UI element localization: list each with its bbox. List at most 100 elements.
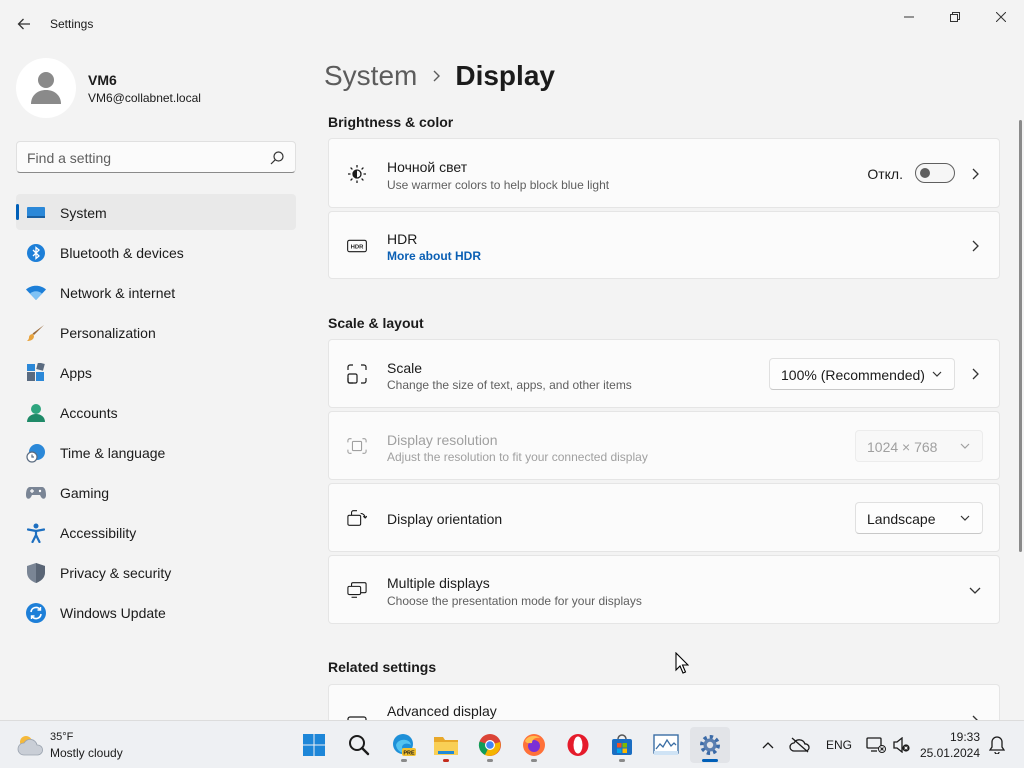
firefox-app[interactable] [514,727,554,763]
sidebar-item-time-language[interactable]: Time & language [16,434,296,470]
orientation-dropdown[interactable]: Landscape [855,502,983,534]
hdr-card[interactable]: HDR HDR More about HDR [328,211,1000,279]
sidebar-item-personalization[interactable]: Personalization [16,314,296,350]
avatar [16,58,76,118]
edge-beta-app[interactable]: PRE [384,727,424,763]
advanced-display-card[interactable]: Advanced display [328,684,1000,725]
bluetooth-icon [26,243,46,263]
search-icon[interactable] [269,150,285,166]
weather-description[interactable]: Mostly cloudy [50,746,123,760]
person-icon [26,403,46,423]
close-button[interactable] [978,4,1024,30]
display-orientation-card[interactable]: Display orientation Landscape [328,483,1000,552]
minimize-button[interactable] [886,4,932,30]
brush-icon [26,323,46,343]
network-tray[interactable] [864,733,888,757]
apps-icon [26,363,46,383]
store-icon [612,734,632,755]
opera-icon [567,734,589,756]
sidebar-item-label: Windows Update [60,605,166,621]
hdr-icon: HDR [347,236,367,256]
notifications-button[interactable] [985,733,1009,757]
edge-pre-icon: PRE [393,734,416,757]
sidebar-item-gaming[interactable]: Gaming [16,474,296,510]
running-indicator [401,759,407,762]
microsoft-store-app[interactable] [602,727,642,763]
clock-time[interactable]: 19:33 [940,730,980,744]
sidebar-item-network[interactable]: Network & internet [16,274,296,310]
multiple-displays-card[interactable]: Multiple displays Choose the presentatio… [328,555,1000,624]
section-title-related: Related settings [328,659,437,675]
settings-app[interactable] [690,727,730,763]
chrome-app[interactable] [470,727,510,763]
user-profile[interactable]: VM6 VM6@collabnet.local [16,58,296,118]
folder-icon [434,737,458,755]
chevron-down-icon [960,515,970,521]
weather-temperature[interactable]: 35°F [50,731,73,743]
scale-title: Scale [387,360,423,376]
running-indicator [487,759,493,762]
running-indicator [702,759,718,762]
hdr-more-link[interactable]: More about HDR [387,249,481,263]
night-light-toggle[interactable] [915,163,955,183]
svg-text:HDR: HDR [351,245,365,251]
search-input[interactable] [27,148,257,168]
search-taskbar-button[interactable] [339,727,379,763]
file-explorer-app[interactable] [426,727,466,763]
resolution-dropdown-value: 1024 × 768 [867,439,938,455]
breadcrumb-parent[interactable]: System [324,60,417,92]
onedrive-tray[interactable] [788,733,812,757]
night-light-card[interactable]: Ночной свет Use warmer colors to help bl… [328,138,1000,208]
chevron-right-icon [969,240,981,252]
opera-app[interactable] [558,727,598,763]
multiple-displays-title: Multiple displays [387,575,490,591]
language-indicator[interactable]: ENG [826,738,852,752]
show-hidden-icons-button[interactable] [756,733,780,757]
volume-tray[interactable] [890,733,914,757]
running-indicator [619,759,625,762]
globe-clock-icon [26,443,46,463]
section-title-scale: Scale & layout [328,315,424,331]
sidebar-item-label: Apps [60,365,92,381]
scale-card[interactable]: Scale Change the size of text, apps, and… [328,339,1000,408]
sidebar-item-apps[interactable]: Apps [16,354,296,390]
cloud-offline-icon [789,737,810,753]
hdr-title: HDR [387,231,418,247]
resolution-title: Display resolution [387,432,498,448]
sidebar-item-privacy[interactable]: Privacy & security [16,554,296,590]
sidebar-item-accessibility[interactable]: Accessibility [16,514,296,550]
sidebar-item-bluetooth[interactable]: Bluetooth & devices [16,234,296,270]
vertical-scrollbar[interactable] [1019,120,1022,552]
orientation-title: Display orientation [387,511,503,527]
user-avatar-icon [31,72,61,104]
running-indicator [443,759,449,762]
scale-dropdown[interactable]: 100% (Recommended) [769,358,955,390]
scale-subtitle: Change the size of text, apps, and other… [387,378,632,392]
toggle-knob [920,168,930,178]
start-button[interactable] [294,727,334,763]
sidebar-item-system[interactable]: System [16,194,296,230]
night-light-title: Ночной свет [387,159,468,175]
gamepad-icon [26,483,46,503]
windows-logo-icon [303,734,325,756]
search-box[interactable] [16,141,296,173]
minimize-icon [904,16,914,18]
resource-monitor-app[interactable] [646,727,686,763]
sidebar-item-label: Time & language [60,445,166,461]
sidebar-item-accounts[interactable]: Accounts [16,394,296,430]
back-button[interactable] [12,12,36,36]
gear-icon [700,735,720,755]
sidebar-item-windows-update[interactable]: Windows Update [16,594,296,630]
chevron-down-icon [960,443,970,449]
maximize-button[interactable] [932,4,978,30]
cloudy-weather-icon[interactable] [16,733,44,757]
night-light-icon [347,164,367,184]
section-title-brightness: Brightness & color [328,114,454,130]
resolution-icon [347,436,367,456]
chevron-down-icon [932,371,942,377]
chevron-down-icon[interactable] [969,585,981,597]
running-indicator [531,759,537,762]
sidebar-item-label: Bluetooth & devices [60,245,184,261]
resolution-dropdown: 1024 × 768 [855,430,983,462]
clock-date[interactable]: 25.01.2024 [918,746,980,760]
